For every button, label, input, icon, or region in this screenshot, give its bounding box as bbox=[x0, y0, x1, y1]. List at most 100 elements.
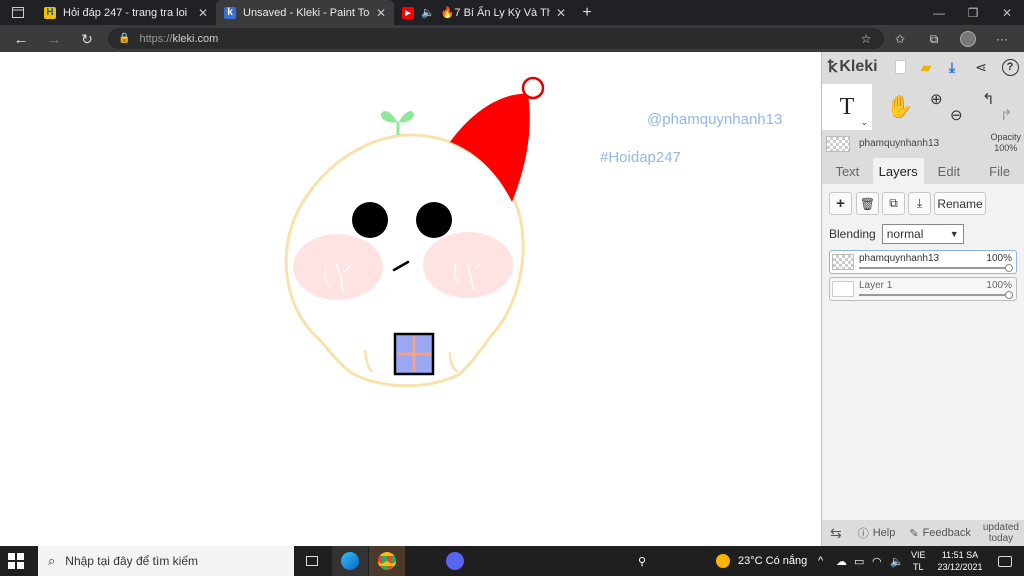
feedback-button[interactable]: ✎ Feedback bbox=[909, 527, 971, 540]
hoidap-favicon-icon: H bbox=[44, 6, 56, 19]
tab-kleki[interactable]: k Unsaved - Kleki - Paint Tool ✕ bbox=[216, 0, 394, 25]
hand-tool-icon[interactable]: ✋ bbox=[880, 84, 920, 130]
tool-row: T ⌄ ✋ ⊕ ⊖ ↰ ↱ bbox=[822, 84, 1024, 130]
layer-thumbnail bbox=[826, 136, 850, 152]
tab-text[interactable]: Text bbox=[822, 158, 873, 184]
language-indicator[interactable]: VIE TL bbox=[911, 546, 926, 576]
task-view-icon[interactable] bbox=[294, 546, 330, 576]
active-layer-info: phamquynhanh13 Opacity 100% bbox=[822, 130, 1024, 160]
delete-layer-button[interactable]: 🗑 bbox=[856, 192, 879, 215]
weather-widget[interactable]: 23°C Có nắng bbox=[716, 546, 807, 576]
add-layer-button[interactable]: + bbox=[829, 192, 852, 215]
search-placeholder: Nhập tại đây để tìm kiếm bbox=[65, 554, 199, 568]
help-button[interactable]: ⓘ Help bbox=[858, 525, 896, 541]
tab-edit[interactable]: Edit bbox=[924, 158, 975, 184]
zoom-in-icon[interactable]: ⊕ bbox=[930, 90, 943, 108]
open-folder-icon[interactable]: ▰ bbox=[916, 57, 936, 77]
close-tab-icon[interactable]: ✕ bbox=[556, 6, 566, 20]
rename-button[interactable]: Rename bbox=[934, 192, 986, 215]
new-tab-button[interactable]: + bbox=[576, 0, 598, 25]
tab-layers[interactable]: Layers bbox=[872, 158, 924, 184]
swap-side-icon[interactable]: ⇆ bbox=[830, 525, 842, 542]
help-icon[interactable]: ? bbox=[1000, 57, 1020, 77]
show-hidden-icons[interactable]: ^ bbox=[818, 546, 823, 576]
wifi-icon[interactable]: ◠ bbox=[872, 546, 882, 576]
windows-start-icon[interactable] bbox=[8, 553, 24, 569]
close-tab-icon[interactable]: ✕ bbox=[198, 6, 208, 20]
taskbar-search-input[interactable]: ⌕ Nhập tại đây để tìm kiếm bbox=[38, 546, 294, 576]
clock-time: 11:51 SA bbox=[941, 550, 979, 560]
clock-date: 23/12/2021 bbox=[937, 562, 983, 572]
hat-pompom bbox=[521, 76, 545, 100]
kleki-side-panel: ꝁ Kleki ▰ ⤓ ⋖ ? T ⌄ ✋ ⊕ ⊖ ↰ ↱ phamquynha… bbox=[821, 52, 1024, 546]
zoom-out-icon[interactable]: ⊖ bbox=[950, 106, 963, 124]
favorite-star-icon[interactable]: ☆ bbox=[856, 29, 876, 49]
help-circle-icon: ⓘ bbox=[857, 528, 869, 540]
layer-row[interactable]: Layer 1 100% bbox=[829, 277, 1017, 301]
panel-footer: ⇆ ⓘ Help ✎ Feedback updated today bbox=[822, 520, 1024, 546]
undo-redo-buttons: ↰ ↱ bbox=[976, 84, 1020, 130]
kleki-logo-icon: ꝁ bbox=[828, 59, 838, 76]
browser-tab-bar: H Hỏi đáp 247 - trang tra loi ✕ k Unsave… bbox=[0, 0, 1024, 25]
address-bar-row: ← → ↻ 🔒 https:// kleki.com ☆ ✩ ⧉ ··· bbox=[0, 25, 1024, 52]
chevron-down-icon: ▼ bbox=[949, 229, 959, 239]
collections-icon[interactable]: ⧉ bbox=[924, 29, 944, 49]
trash-icon: 🗑 bbox=[859, 196, 876, 211]
slider-handle[interactable] bbox=[1005, 264, 1013, 272]
close-tab-icon[interactable]: ✕ bbox=[376, 6, 386, 20]
panel-tabs: Text Layers Edit File bbox=[822, 158, 1024, 184]
clock[interactable]: 11:51 SA 23/12/2021 bbox=[934, 546, 986, 576]
url-field[interactable]: 🔒 https:// kleki.com bbox=[108, 28, 884, 49]
speaker-icon[interactable]: 🔈 bbox=[421, 6, 435, 19]
watermark-username: @phamquynhanh13 bbox=[647, 111, 783, 128]
layer-name: phamquynhanh13 bbox=[859, 253, 940, 264]
tab-actions-icon[interactable] bbox=[4, 0, 32, 25]
back-icon[interactable]: ← bbox=[10, 28, 32, 50]
layers-panel: + 🗑 ⧉ ⤓ Rename Blending normal ▼ phamquy… bbox=[822, 184, 1024, 520]
help-label: Help bbox=[872, 527, 896, 539]
volume-icon[interactable]: 🔈 bbox=[890, 546, 904, 576]
undo-icon[interactable]: ↰ bbox=[982, 90, 995, 108]
merge-layer-button[interactable]: ⤓ bbox=[908, 192, 931, 215]
refresh-icon[interactable]: ↻ bbox=[76, 28, 98, 50]
tab-hoidap[interactable]: H Hỏi đáp 247 - trang tra loi ✕ bbox=[36, 0, 216, 25]
kleki-logo-text: Kleki bbox=[839, 58, 878, 75]
tab-youtube[interactable]: ▶ 🔈 🔥7 Bí Ẩn Ly Kỳ Và Thú Vị V ✕ bbox=[394, 0, 574, 25]
download-icon[interactable]: ⤓ bbox=[942, 57, 962, 77]
people-icon[interactable]: ⚲ bbox=[638, 546, 646, 576]
chrome-icon[interactable] bbox=[369, 546, 405, 576]
tab-file[interactable]: File bbox=[974, 158, 1024, 184]
notification-icon[interactable] bbox=[998, 546, 1012, 576]
discord-icon[interactable] bbox=[437, 546, 473, 576]
windows-taskbar: ⌕ Nhập tại đây để tìm kiếm ⚲ 23°C Có nắn… bbox=[0, 546, 1024, 576]
watermark-hashtag: #Hoidap247 bbox=[600, 149, 681, 166]
share-icon[interactable]: ⋖ bbox=[971, 57, 991, 77]
blending-select[interactable]: normal ▼ bbox=[881, 224, 964, 244]
layer-row[interactable]: phamquynhanh13 100% bbox=[829, 250, 1017, 274]
profile-avatar[interactable] bbox=[958, 29, 978, 49]
layer-opacity-slider[interactable] bbox=[859, 294, 1008, 296]
text-tool-button[interactable]: T ⌄ bbox=[822, 84, 872, 130]
favorites-icon[interactable]: ✩ bbox=[890, 29, 910, 49]
minimize-icon[interactable]: — bbox=[922, 0, 956, 25]
duplicate-layer-button[interactable]: ⧉ bbox=[882, 192, 905, 215]
close-window-icon[interactable]: ✕ bbox=[990, 0, 1024, 25]
updated-note[interactable]: updated today bbox=[983, 522, 1019, 544]
new-image-icon[interactable] bbox=[890, 57, 910, 77]
chevron-down-icon: ⌄ bbox=[860, 117, 868, 127]
kleki-logo[interactable]: ꝁ Kleki bbox=[828, 57, 878, 77]
restore-icon[interactable]: ❐ bbox=[956, 0, 990, 25]
slider-handle[interactable] bbox=[1005, 291, 1013, 299]
cloud-icon[interactable]: ☁ bbox=[836, 546, 847, 576]
edge-icon[interactable] bbox=[332, 546, 368, 576]
text-tool-icon: T bbox=[839, 93, 855, 120]
language-code: VIE bbox=[911, 550, 926, 560]
forward-icon[interactable]: → bbox=[43, 28, 65, 50]
layer-thumbnail bbox=[832, 254, 854, 270]
more-menu-icon[interactable]: ··· bbox=[992, 29, 1012, 49]
opacity-value: 100% bbox=[994, 143, 1018, 153]
redo-icon[interactable]: ↱ bbox=[1000, 106, 1013, 124]
drawing-canvas[interactable]: @phamquynhanh13 #Hoidap247 bbox=[0, 52, 821, 546]
layer-opacity-slider[interactable] bbox=[859, 267, 1008, 269]
display-icon[interactable]: ▭ bbox=[854, 546, 864, 576]
